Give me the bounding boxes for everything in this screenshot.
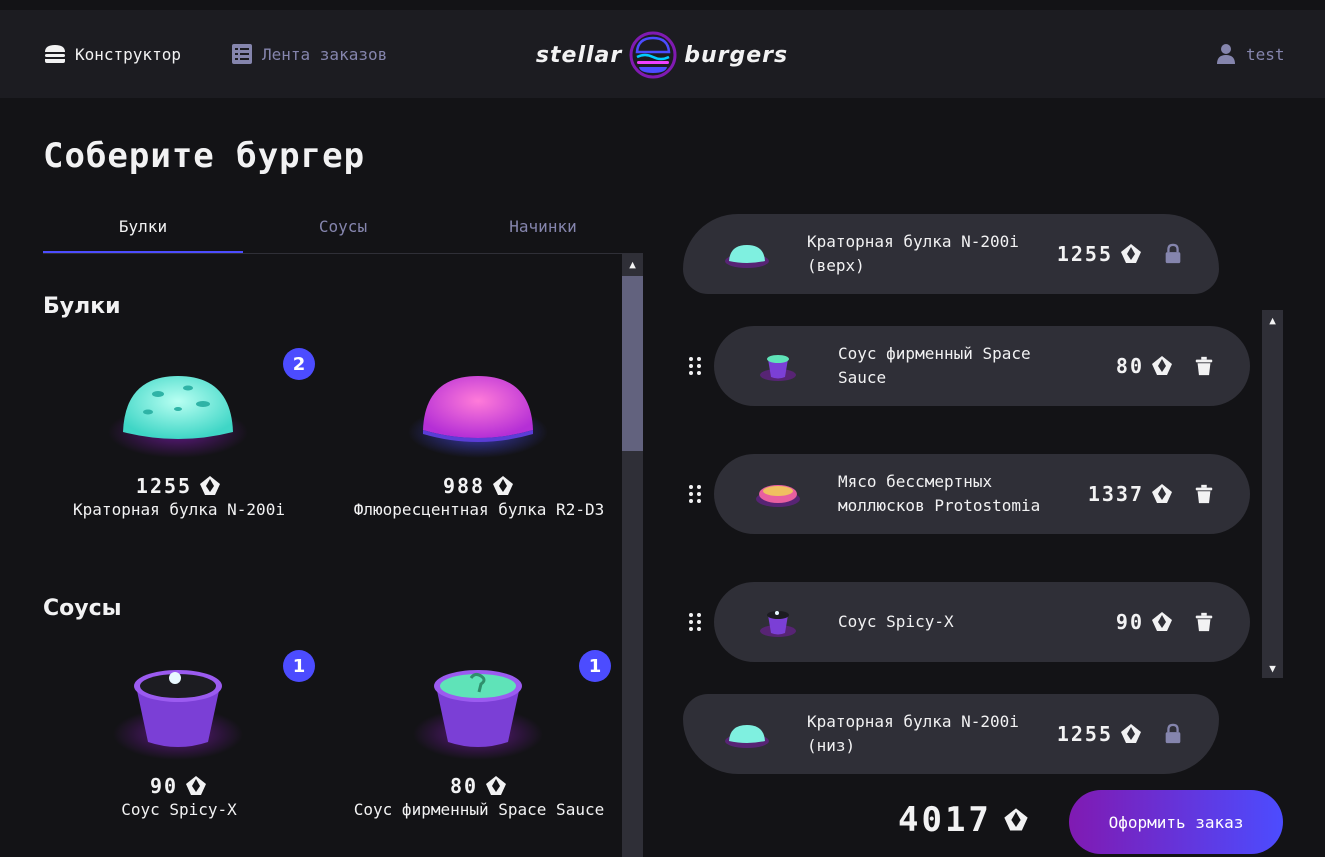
ingredient-name: Флюоресцентная булка R2-D3 [353, 500, 605, 519]
burger-icon [45, 45, 65, 63]
ingredient-name: Соус фирменный Space Sauce [353, 800, 605, 819]
nav-profile[interactable]: test [1214, 42, 1285, 66]
ingredient-name: Соус Spicy-X [121, 800, 237, 819]
currency-icon [1152, 612, 1172, 631]
section-title-buns: Булки [43, 294, 121, 319]
drag-handle-icon[interactable] [683, 610, 707, 634]
nav-constructor[interactable]: Конструктор [43, 42, 181, 66]
constructor-scrollbar[interactable]: ▲ ▼ [1262, 310, 1283, 678]
spicy-sauce-image [113, 670, 243, 760]
currency-icon [186, 776, 207, 795]
scroll-down-arrow[interactable]: ▼ [1262, 658, 1283, 678]
ingredient-card[interactable]: 90 Соус Spicy-X [43, 664, 315, 844]
currency-icon [1004, 808, 1028, 831]
price-value: 80 [1115, 354, 1144, 378]
logo-text-right: burgers [684, 42, 789, 68]
ingredient-name: Краторная булка N-200i [73, 500, 285, 519]
ingredients-scrollbar[interactable]: ▲ [622, 254, 643, 857]
order-total: 4017 [898, 800, 1030, 840]
crater-bun-thumbnail [725, 725, 769, 748]
currency-icon [1121, 244, 1141, 263]
currency-icon [1121, 724, 1141, 743]
drag-handle-icon[interactable] [683, 482, 707, 506]
constructor-top-bun: Краторная булка N-200i (верх) 1255 [683, 214, 1219, 294]
currency-icon [486, 776, 507, 795]
price-value: 80 [449, 774, 479, 798]
logo-text-left: stellar [535, 42, 623, 68]
constructor-filling-item[interactable]: Соус фирменный Space Sauce 80 [714, 326, 1250, 406]
ingredient-card[interactable]: 1255 Краторная булка N-200i [43, 364, 315, 544]
constructor-item-name: Краторная булка N-200i (низ) [807, 712, 1019, 755]
spicy-sauce-thumbnail [760, 611, 796, 637]
constructor-item-price: 80 [1116, 354, 1174, 378]
delete-icon[interactable] [1192, 610, 1216, 634]
lock-icon [1161, 722, 1185, 746]
tab-buns[interactable]: Булки [43, 205, 243, 253]
list-icon [232, 44, 252, 64]
ingredient-card[interactable]: 988 Флюоресцентная булка R2-D3 [343, 364, 615, 544]
tab-sauces[interactable]: Соусы [243, 205, 443, 253]
delete-icon[interactable] [1192, 354, 1216, 378]
page-title: Соберите бургер [43, 136, 366, 176]
total-value: 4017 [898, 800, 992, 840]
space-sauce-image [413, 670, 543, 760]
constructor-item-name: Соус Spicy-X [838, 612, 954, 631]
price-value: 90 [1115, 610, 1144, 634]
constructor-filling-item[interactable]: Мясо бессмертных моллюсков Protostomia 1… [714, 454, 1250, 534]
ingredient-price: 988 [343, 474, 615, 498]
ingredient-card[interactable]: 80 Соус фирменный Space Sauce [343, 664, 615, 844]
constructor-item-price: 1255 [1057, 242, 1143, 266]
price-value: 1255 [1056, 242, 1113, 266]
count-badge: 1 [579, 650, 611, 682]
app-header: Конструктор Лента заказов stellar burger… [0, 10, 1325, 98]
price-value: 1337 [1087, 482, 1144, 506]
scroll-up-arrow[interactable]: ▲ [1262, 310, 1283, 330]
lock-icon [1161, 242, 1185, 266]
ingredient-price: 90 [43, 774, 315, 798]
constructor-item-name: Соус фирменный Space Sauce [838, 344, 1031, 387]
nav-feed-label: Лента заказов [262, 44, 388, 64]
tab-fillings[interactable]: Начинки [443, 205, 643, 253]
burger-logo-icon [629, 31, 677, 79]
count-badge: 1 [283, 650, 315, 682]
profile-icon [1217, 44, 1235, 64]
currency-icon [493, 476, 514, 495]
delete-icon[interactable] [1192, 482, 1216, 506]
ingredient-price: 1255 [43, 474, 315, 498]
constructor-item-price: 90 [1116, 610, 1174, 634]
section-title-sauces: Соусы [43, 596, 122, 621]
price-value: 1255 [1056, 722, 1113, 746]
profile-label: test [1246, 44, 1285, 64]
constructor-item-price: 1337 [1088, 482, 1174, 506]
app-logo[interactable]: stellar burgers [516, 30, 808, 80]
scroll-thumb[interactable] [622, 276, 643, 451]
ingredient-price: 80 [343, 774, 615, 798]
constructor-bottom-bun: Краторная булка N-200i (низ) 1255 [683, 694, 1219, 774]
nav-constructor-label: Конструктор [75, 44, 181, 64]
ingredient-tabs: Булки Соусы Начинки [43, 205, 643, 254]
constructor-item-name: Мясо бессмертных моллюсков Protostomia [838, 472, 1041, 515]
price-value: 1255 [135, 474, 193, 498]
constructor-item-name: Краторная булка N-200i (верх) [807, 232, 1019, 275]
scroll-up-arrow[interactable]: ▲ [622, 254, 643, 274]
price-value: 90 [149, 774, 179, 798]
currency-icon [1152, 356, 1172, 375]
nav-order-feed[interactable]: Лента заказов [230, 42, 387, 66]
crater-bun-thumbnail [725, 245, 769, 268]
protostomia-meat-thumbnail [756, 485, 800, 507]
constructor-filling-item[interactable]: Соус Spicy-X 90 [714, 582, 1250, 662]
currency-icon [1152, 484, 1172, 503]
drag-handle-icon[interactable] [683, 354, 707, 378]
constructor-item-price: 1255 [1057, 722, 1143, 746]
count-badge: 2 [283, 348, 315, 380]
space-sauce-thumbnail [760, 355, 796, 381]
fluorescent-bun-image [408, 376, 548, 458]
currency-icon [200, 476, 221, 495]
ingredients-list: Булки 1255 Краторная булка N-200i 2 988 … [43, 254, 623, 857]
crater-bun-image [108, 376, 248, 458]
place-order-button[interactable]: Оформить заказ [1069, 790, 1283, 854]
price-value: 988 [442, 474, 486, 498]
